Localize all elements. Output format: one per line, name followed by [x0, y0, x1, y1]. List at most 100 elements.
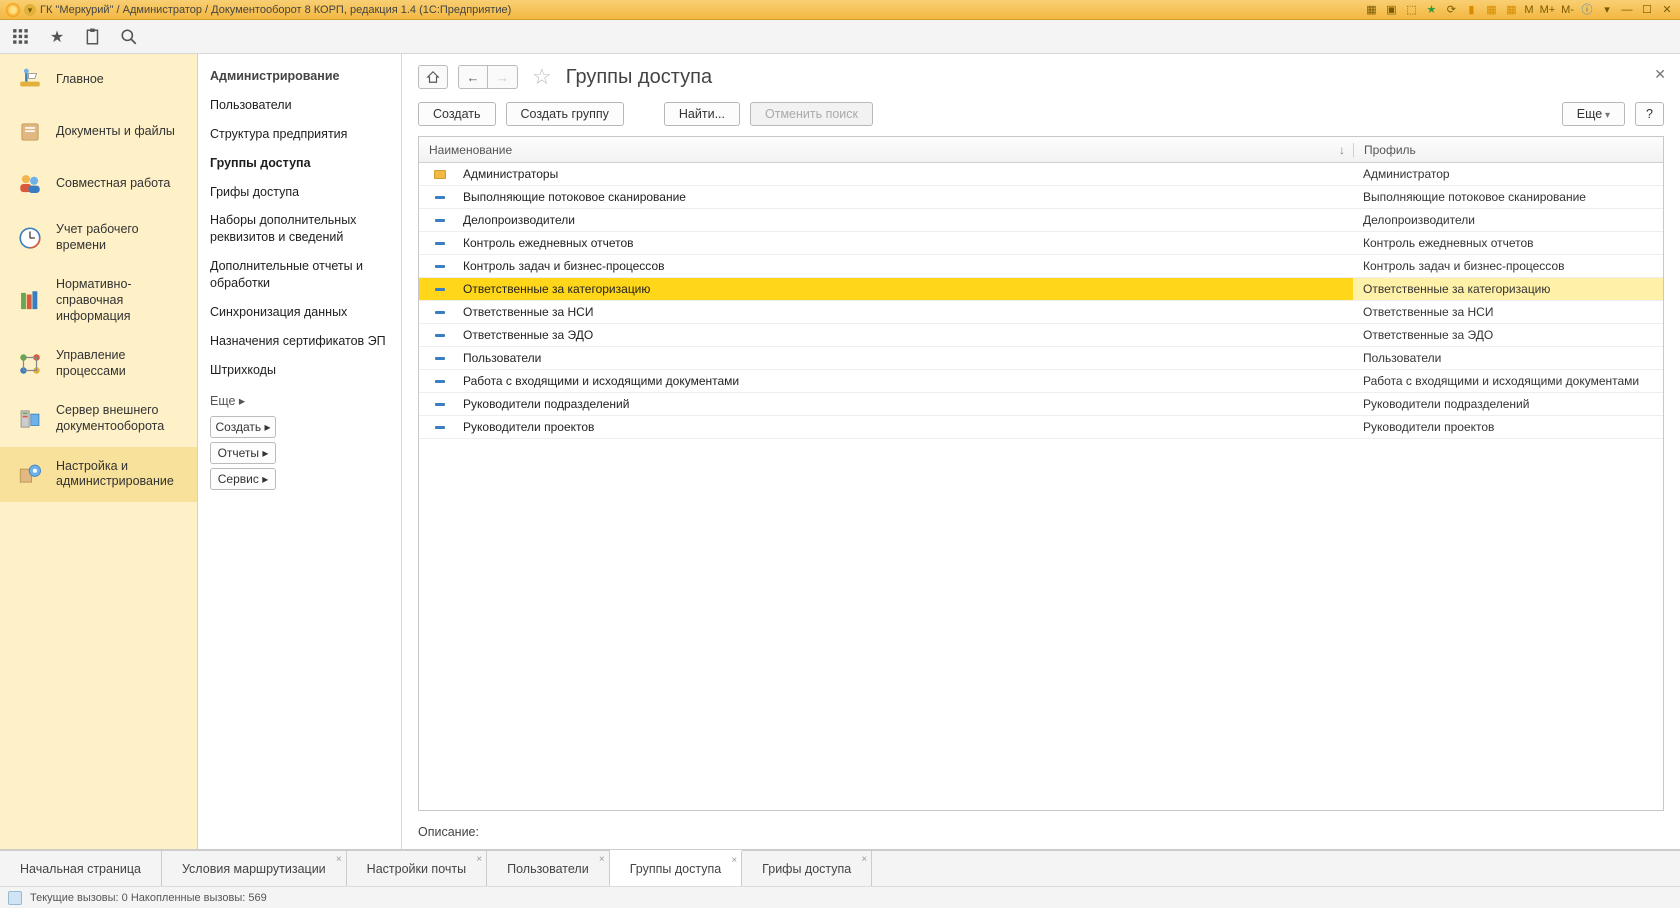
tab-close-icon[interactable]: × [476, 854, 482, 865]
close-button[interactable]: ✕ [1660, 3, 1674, 17]
subnav-item[interactable]: Синхронизация данных [210, 298, 391, 327]
calendar-icon[interactable]: ▦ [1504, 3, 1518, 17]
nav-label: Управление процессами [56, 348, 187, 379]
maximize-button[interactable]: ☐ [1640, 3, 1654, 17]
bottom-tabs: Начальная страницаУсловия маршрутизации×… [0, 850, 1680, 886]
subnav-item[interactable]: Грифы доступа [210, 178, 391, 207]
nav-label: Главное [56, 72, 104, 88]
create-group-button[interactable]: Создать группу [506, 102, 624, 126]
table-row[interactable]: Руководители подразделенийРуководители п… [419, 393, 1663, 416]
minimize-button[interactable]: — [1620, 3, 1634, 17]
tab[interactable]: Грифы доступа× [742, 851, 872, 886]
table-row[interactable]: Контроль ежедневных отчетовКонтроль ежед… [419, 232, 1663, 255]
nav-item-settings[interactable]: Настройка и администрирование [0, 447, 197, 502]
col-profile[interactable]: Профиль [1353, 143, 1663, 157]
titlebar-tool-5[interactable]: ▮ [1464, 3, 1478, 17]
nav-item-processes[interactable]: Управление процессами [0, 336, 197, 391]
sort-indicator: ↓ [1339, 143, 1345, 157]
info-icon[interactable]: ⓘ [1580, 3, 1594, 17]
titlebar-dd[interactable]: ▾ [1600, 3, 1614, 17]
home-button[interactable] [418, 65, 448, 89]
subnav-item[interactable]: Дополнительные отчеты и обработки [210, 252, 391, 298]
create-button[interactable]: Создать [418, 102, 496, 126]
row-profile: Ответственные за ЭДО [1353, 324, 1663, 346]
search-icon[interactable] [120, 28, 138, 46]
favorite-star-icon[interactable]: ☆ [532, 64, 552, 90]
row-profile: Пользователи [1353, 347, 1663, 369]
subnav-section[interactable]: Администрирование [210, 68, 391, 91]
col-name[interactable]: Наименование ↓ [419, 143, 1353, 157]
page-title: Группы доступа [566, 66, 712, 89]
table-row[interactable]: ДелопроизводителиДелопроизводители [419, 209, 1663, 232]
close-page-button[interactable]: ✕ [1654, 66, 1666, 83]
subnav-item[interactable]: Назначения сертификатов ЭП [210, 327, 391, 356]
nav-item-timesheet[interactable]: Учет рабочего времени [0, 210, 197, 265]
table-row[interactable]: Ответственные за НСИОтветственные за НСИ [419, 301, 1663, 324]
app-menu-dropdown[interactable]: ▾ [24, 4, 36, 16]
table-row[interactable]: Работа с входящими и исходящими документ… [419, 370, 1663, 393]
tab[interactable]: Условия маршрутизации× [162, 851, 347, 886]
tab[interactable]: Группы доступа× [610, 850, 742, 886]
table-row[interactable]: Руководители проектовРуководители проект… [419, 416, 1663, 439]
row-profile: Делопроизводители [1353, 209, 1663, 231]
home-icon [16, 66, 44, 94]
subnav-create-button[interactable]: Создать ▸ [210, 416, 276, 438]
subnav-item[interactable]: Штрихкоды [210, 356, 391, 385]
m-minus-button[interactable]: M- [1561, 4, 1574, 16]
tab-close-icon[interactable]: × [731, 855, 737, 866]
status-bar: Текущие вызовы: 0 Накопленные вызовы: 56… [0, 886, 1680, 908]
table-row[interactable]: Контроль задач и бизнес-процессовКонтрол… [419, 255, 1663, 278]
more-button[interactable]: Еще [1562, 102, 1625, 126]
documents-icon [16, 118, 44, 146]
nav-item-documents[interactable]: Документы и файлы [0, 106, 197, 158]
table-row[interactable]: АдминистраторыАдминистратор [419, 163, 1663, 186]
subnav-service-button[interactable]: Сервис ▸ [210, 468, 276, 490]
table-row[interactable]: Выполняющие потоковое сканированиеВыполн… [419, 186, 1663, 209]
tab[interactable]: Настройки почты× [347, 851, 487, 886]
subnav-item-active[interactable]: Группы доступа [210, 149, 391, 178]
tab[interactable]: Начальная страница [0, 851, 162, 886]
nav-item-reference[interactable]: Нормативно-справочная информация [0, 265, 197, 336]
apps-icon[interactable] [12, 28, 30, 46]
tab[interactable]: Пользователи× [487, 851, 610, 886]
m-button[interactable]: M [1524, 4, 1533, 16]
table-row[interactable]: Ответственные за ЭДООтветственные за ЭДО [419, 324, 1663, 347]
titlebar-tool-2[interactable]: ▣ [1384, 3, 1398, 17]
subnav-more[interactable]: Еще ▸ [210, 385, 391, 412]
table-row[interactable]: ПользователиПользователи [419, 347, 1663, 370]
find-button[interactable]: Найти... [664, 102, 740, 126]
calculator-icon[interactable]: ▦ [1484, 3, 1498, 17]
status-icon [8, 891, 22, 905]
nav-item-server[interactable]: Сервер внешнего документооборота [0, 391, 197, 446]
tab-close-icon[interactable]: × [336, 854, 342, 865]
favorites-icon[interactable]: ★ [1424, 3, 1438, 17]
row-name: Контроль задач и бизнес-процессов [461, 259, 1353, 273]
tab-close-icon[interactable]: × [861, 854, 867, 865]
nav-item-main[interactable]: Главное [0, 54, 197, 106]
row-name: Руководители проектов [461, 420, 1353, 434]
row-name: Ответственные за ЭДО [461, 328, 1353, 342]
subnav-item[interactable]: Пользователи [210, 91, 391, 120]
help-button[interactable]: ? [1635, 102, 1664, 126]
item-icon [419, 426, 461, 429]
subnav-item[interactable]: Структура предприятия [210, 120, 391, 149]
forward-button[interactable]: → [488, 65, 518, 89]
subnav-reports-button[interactable]: Отчеты ▸ [210, 442, 276, 464]
titlebar-tool-1[interactable]: ▦ [1364, 3, 1378, 17]
star-icon[interactable]: ★ [48, 28, 66, 46]
clipboard-icon[interactable] [84, 28, 102, 46]
table-row[interactable]: Ответственные за категоризациюОтветствен… [419, 278, 1663, 301]
subnav-item[interactable]: Наборы дополнительных реквизитов и сведе… [210, 206, 391, 252]
tab-close-icon[interactable]: × [599, 854, 605, 865]
row-profile: Контроль ежедневных отчетов [1353, 232, 1663, 254]
status-text: Текущие вызовы: 0 Накопленные вызовы: 56… [30, 892, 267, 904]
row-profile: Руководители проектов [1353, 416, 1663, 438]
nav-label: Учет рабочего времени [56, 222, 187, 253]
m-plus-button[interactable]: M+ [1540, 4, 1556, 16]
titlebar-tool-3[interactable]: ⬚ [1404, 3, 1418, 17]
titlebar-tool-4[interactable]: ⟳ [1444, 3, 1458, 17]
nav-item-collab[interactable]: Совместная работа [0, 158, 197, 210]
back-button[interactable]: ← [458, 65, 488, 89]
item-icon [419, 219, 461, 222]
app-icon [6, 3, 20, 17]
